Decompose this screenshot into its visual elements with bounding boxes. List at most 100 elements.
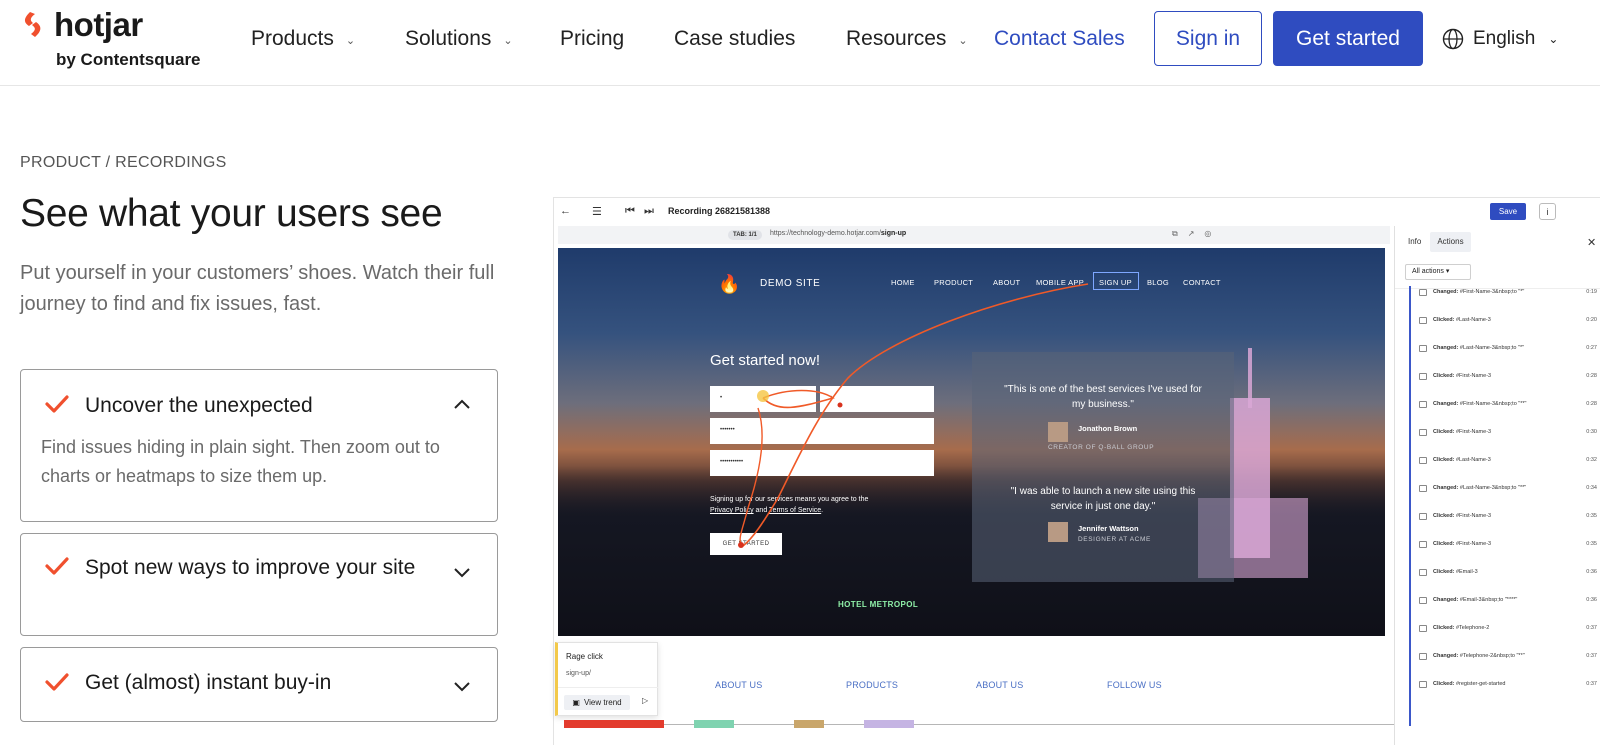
action-verb: Clicked: <box>1433 429 1455 435</box>
action-text: Changed: #Telephone-2&nbsp;to "**" <box>1433 653 1559 659</box>
nav-case-studies[interactable]: Case studies <box>674 24 795 54</box>
check-icon <box>45 673 69 691</box>
url-prefix: https://technology-demo.hotjar.com/ <box>770 230 881 237</box>
language-selector[interactable]: English ⌄ <box>1442 24 1558 54</box>
list-icon[interactable]: ☰ <box>592 205 602 218</box>
action-target: #Last-Name-3 <box>1455 317 1491 323</box>
close-icon[interactable]: ✕ <box>1587 236 1596 249</box>
action-row[interactable]: Changed: #First-Name-3&nbsp;to "**" 0:28 <box>1419 400 1597 412</box>
action-target: #Email-3 <box>1455 569 1478 575</box>
copy-icon[interactable]: ⧉ <box>1172 229 1188 238</box>
settings-icon[interactable]: ◎ <box>1204 229 1221 238</box>
footer-link-products[interactable]: PRODUCTS <box>846 680 898 690</box>
chevron-down-icon: ⌄ <box>958 34 968 47</box>
sign-in-button[interactable]: Sign in <box>1154 11 1262 66</box>
action-icon <box>1419 681 1427 688</box>
action-verb: Clicked: <box>1433 457 1455 463</box>
action-icon <box>1419 597 1427 604</box>
action-verb: Changed: <box>1433 289 1459 295</box>
nav-pricing[interactable]: Pricing <box>560 24 624 54</box>
previous-recording-icon[interactable]: ⏮ <box>625 205 635 218</box>
url-actions[interactable]: ⧉↗◎ <box>1172 229 1221 239</box>
footer-link-about-us-2[interactable]: ABOUT US <box>976 680 1023 690</box>
action-icon <box>1419 373 1427 380</box>
action-text: Clicked: #First-Name-3 <box>1433 513 1559 519</box>
tab-info[interactable]: Info <box>1401 232 1428 252</box>
accordion-header[interactable]: Spot new ways to improve your site <box>21 534 497 583</box>
action-row[interactable]: Changed: #Email-3&nbsp;to "****" 0:36 <box>1419 596 1597 608</box>
timeline-event[interactable] <box>694 720 734 728</box>
action-icon <box>1419 513 1427 520</box>
action-row[interactable]: Changed: #First-Name-3&nbsp;to "*" 0:19 <box>1419 288 1597 300</box>
check-icon <box>45 557 69 575</box>
accordion-item-buy-in[interactable]: Get (almost) instant buy-in <box>20 647 498 722</box>
page-subtitle: Put yourself in your customers’ shoes. W… <box>20 262 495 315</box>
timeline-event[interactable] <box>864 720 914 728</box>
action-text: Clicked: #First-Name-3 <box>1433 429 1559 435</box>
footer-link-follow-us[interactable]: FOLLOW US <box>1107 680 1162 690</box>
action-row[interactable]: Clicked: #First-Name-3 0:35 <box>1419 540 1597 552</box>
contact-sales-link[interactable]: Contact Sales <box>994 24 1125 54</box>
get-started-button[interactable]: Get started <box>1273 11 1423 66</box>
action-row[interactable]: Clicked: #First-Name-3 0:30 <box>1419 428 1597 440</box>
action-row[interactable]: Clicked: #Email-3 0:36 <box>1419 568 1597 580</box>
timeline-event[interactable] <box>564 720 664 728</box>
action-text: Changed: #Email-3&nbsp;to "****" <box>1433 597 1559 603</box>
action-row[interactable]: Clicked: #register-get-started 0:37 <box>1419 680 1597 692</box>
action-target: #Telephone-2 <box>1455 625 1490 631</box>
action-row[interactable]: Clicked: #First-Name-3 0:35 <box>1419 512 1597 524</box>
page-title: See what your users see <box>20 192 443 235</box>
logo-wordmark: hotjar <box>54 6 143 43</box>
accordion-title: Get (almost) instant buy-in <box>85 671 332 694</box>
action-row[interactable]: Clicked: #Last-Name-3 0:32 <box>1419 456 1597 468</box>
action-row[interactable]: Changed: #Last-Name-3&nbsp;to "*" 0:27 <box>1419 344 1597 356</box>
site-header: hotjar by Contentsquare Products ⌄ Solut… <box>0 0 1600 86</box>
info-icon[interactable]: i <box>1539 203 1556 220</box>
action-text: Changed: #Last-Name-3&nbsp;to "*" <box>1433 345 1559 351</box>
accordion-item-spot[interactable]: Spot new ways to improve your site <box>20 533 498 636</box>
accordion-header[interactable]: Get (almost) instant buy-in <box>21 648 497 698</box>
chevron-down-icon: ⌄ <box>345 34 356 47</box>
nav-resources[interactable]: Resources ⌄ <box>846 24 968 54</box>
hotjar-logo[interactable]: hotjar by Contentsquare <box>20 6 220 76</box>
footer-link-about-us[interactable]: ABOUT US <box>715 680 762 690</box>
actions-filter-dropdown[interactable]: All actions ▾ <box>1405 264 1471 280</box>
recording-screenshot: ← ☰ ⏮ ⏭ Recording 26821581388 Save i TAB… <box>553 197 1600 745</box>
action-row[interactable]: Clicked: #Last-Name-3 0:20 <box>1419 316 1597 328</box>
action-time: 0:27 <box>1586 345 1597 351</box>
action-target: #First-Name-3 <box>1455 373 1492 379</box>
next-recording-icon[interactable]: ⏭ <box>644 205 654 218</box>
action-verb: Clicked: <box>1433 317 1455 323</box>
tab-actions[interactable]: Actions <box>1430 232 1471 252</box>
action-row[interactable]: Changed: #Last-Name-3&nbsp;to "**" 0:34 <box>1419 484 1597 496</box>
accordion-title: Uncover the unexpected <box>85 394 313 417</box>
nav-solutions[interactable]: Solutions ⌄ <box>405 24 513 54</box>
action-verb: Changed: <box>1433 345 1459 351</box>
chevron-down-icon[interactable] <box>453 680 471 692</box>
recording-toolbar: ← ☰ ⏮ ⏭ Recording 26821581388 Save i <box>554 198 1600 224</box>
nav-products[interactable]: Products ⌄ <box>251 24 355 54</box>
rage-click-url: sign-up/ <box>566 670 591 677</box>
url-bar: TAB: 1/1 https://technology-demo.hotjar.… <box>558 226 1390 244</box>
action-row[interactable]: Changed: #Telephone-2&nbsp;to "**" 0:37 <box>1419 652 1597 664</box>
back-arrow-icon[interactable]: ← <box>560 205 571 217</box>
actions-filter-label: All actions <box>1412 268 1444 275</box>
save-button[interactable]: Save <box>1490 203 1526 220</box>
action-icon <box>1419 345 1427 352</box>
hotjar-flame-icon <box>24 12 41 37</box>
action-row[interactable]: Clicked: #Telephone-2 0:37 <box>1419 624 1597 636</box>
nav-resources-label: Resources <box>846 27 947 50</box>
view-trend-button[interactable]: ▣ View trend <box>564 695 630 710</box>
chevron-down-icon[interactable] <box>453 566 471 578</box>
timeline-event[interactable] <box>794 720 824 728</box>
mouse-trail <box>738 283 1089 548</box>
action-icon <box>1419 625 1427 632</box>
play-icon[interactable]: ▷ <box>642 696 648 705</box>
accordion-header[interactable]: Uncover the unexpected <box>21 370 497 421</box>
action-target: #First-Name-3&nbsp;to "**" <box>1459 401 1527 407</box>
open-external-icon[interactable]: ↗ <box>1188 229 1205 238</box>
action-time: 0:37 <box>1586 681 1597 687</box>
chevron-up-icon[interactable] <box>453 398 471 410</box>
action-target: #Last-Name-3&nbsp;to "*" <box>1459 345 1525 351</box>
action-row[interactable]: Clicked: #First-Name-3 0:28 <box>1419 372 1597 384</box>
